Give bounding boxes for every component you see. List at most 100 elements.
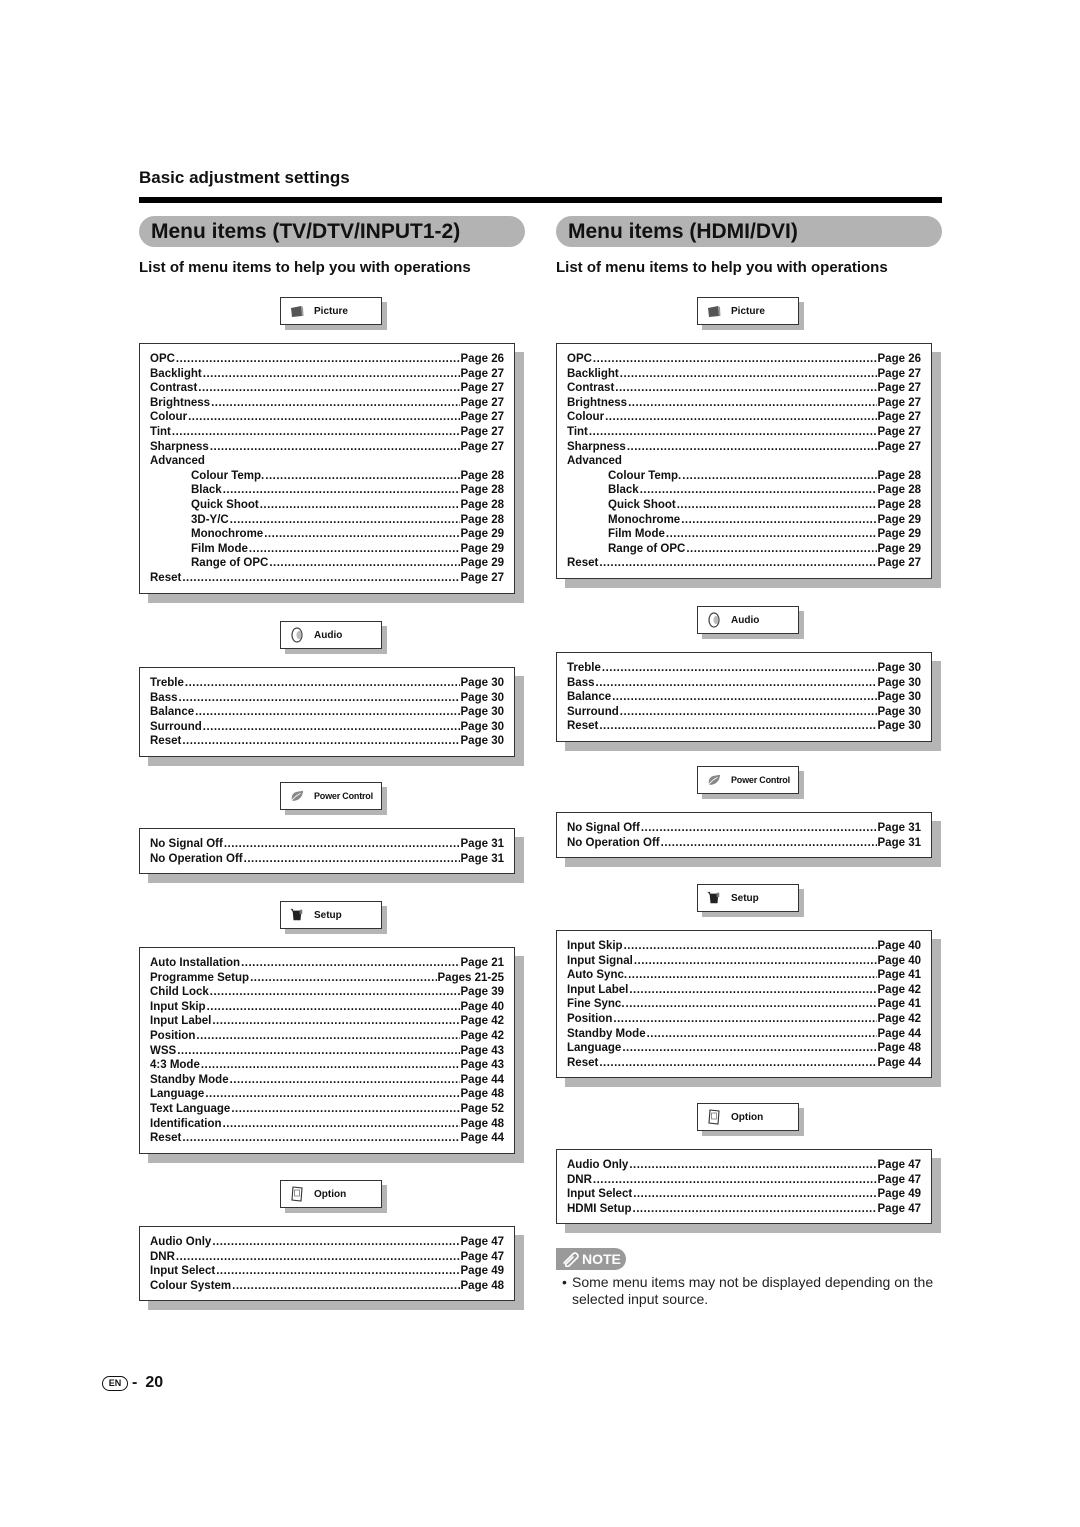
dot-leader (244, 852, 460, 867)
menu-item-row: No Signal Off Page 31 (567, 821, 921, 836)
menu-item-name: Input Label (567, 983, 629, 996)
menu-item-row: Monochrome Page 29 (567, 513, 921, 528)
menu-list-option: Audio Only Page 47 DNR Page 47 Input Select P… (139, 1226, 515, 1302)
page-reference: Page 27 (877, 411, 921, 424)
menu-item-row: Colour System Page 48 (150, 1279, 504, 1294)
menu-item-row: 4:3 Mode Page 43 (150, 1058, 504, 1073)
menu-item-row: Film Mode Page 29 (150, 542, 504, 557)
menu-item-name: WSS (150, 1044, 177, 1057)
menu-item-row: Colour Temp. Page 28 (567, 469, 921, 484)
dot-leader (185, 676, 460, 691)
dot-leader (172, 425, 460, 440)
dot-leader (212, 1235, 459, 1250)
leaf-icon (290, 789, 304, 803)
page-separator: - (132, 1374, 138, 1391)
category-label: Audio (731, 614, 760, 626)
dot-leader (232, 1279, 459, 1294)
menu-item-name: Treble (150, 677, 184, 689)
page-reference: Page 28 (877, 469, 921, 482)
menu-item-name: DNR (567, 1173, 592, 1186)
menu-item-name: Treble (567, 662, 601, 674)
page-reference: Page 28 (460, 469, 504, 482)
menu-item-row: Reset Page 44 (567, 1056, 921, 1071)
left-column-subtitle: List of menu items to help you with oper… (139, 259, 471, 276)
menu-item-name: Fine Sync. (567, 998, 625, 1011)
category-label: Option (731, 1111, 764, 1123)
page-reference: Page 29 (460, 557, 504, 570)
leaf-icon (707, 773, 721, 787)
menu-item-name: Child Lock (150, 986, 209, 999)
menu-item-name: Monochrome (191, 528, 264, 541)
menu-item-row: Language Page 48 (150, 1087, 504, 1102)
dot-leader (260, 498, 460, 513)
menu-item-row: WSS Page 43 (150, 1044, 504, 1059)
dot-leader (176, 352, 460, 367)
menu-item-row: No Signal Off Page 31 (150, 837, 504, 852)
dot-leader (203, 720, 460, 735)
menu-item-name: No Operation Off (150, 852, 243, 865)
category-tab-picture: Picture (697, 297, 799, 325)
menu-item-name: Auto Installation (150, 957, 241, 969)
menu-list-audio: TreblePage 30BassPage 30BalancePage 30Su… (556, 652, 932, 742)
dot-leader (620, 705, 877, 720)
dot-leader (615, 381, 876, 396)
page-reference: Page 31 (460, 838, 504, 850)
page-reference: Page 28 (877, 498, 921, 511)
page-reference: Page 42 (877, 983, 921, 996)
dot-leader (198, 381, 459, 396)
menu-item-row: OPC Page 26 (150, 352, 504, 367)
menu-item-name: Black (191, 484, 222, 497)
menu-item-row: Position Page 42 (150, 1029, 504, 1044)
menu-item-row: Tint Page 27 (150, 425, 504, 440)
menu-item-name: Reset (150, 571, 182, 584)
menu-item-row: Input Skip Page 40 (567, 939, 921, 954)
menu-item-row: Reset Page 30 (150, 734, 504, 749)
dot-leader (629, 983, 876, 998)
menu-item-row: Reset Page 27 (567, 556, 921, 571)
category-tab-audio: Audio (697, 606, 799, 634)
page-reference: Page 30 (460, 735, 504, 748)
page-number: EN - 20 (102, 1374, 163, 1392)
menu-item-name: Contrast (150, 382, 198, 395)
menu-item-name: Audio Only (150, 1236, 212, 1248)
category-tab-option: Option (280, 1180, 382, 1208)
note-bullet: • (562, 1274, 567, 1290)
page-reference: Page 29 (877, 513, 921, 526)
category-label: Power Control (731, 775, 790, 785)
menu-item-name: Colour (567, 411, 605, 424)
menu-item-row: Colour Page 27 (567, 410, 921, 425)
dot-leader (250, 971, 436, 986)
menu-item-row: Advanced (567, 454, 921, 469)
page-reference: Page 31 (877, 836, 921, 849)
page-reference: Page 48 (460, 1117, 504, 1130)
menu-item-name: Audio Only (567, 1159, 629, 1171)
dot-leader (177, 1044, 459, 1059)
menu-item-name: OPC (150, 353, 175, 365)
dot-leader (602, 661, 877, 676)
dot-leader (686, 542, 876, 557)
menu-item-name: Text Language (150, 1102, 231, 1115)
menu-item-row: Balance Page 30 (567, 690, 921, 705)
menu-item-row: Programme Setup Pages 21-25 (150, 971, 504, 986)
option-icon (290, 1186, 304, 1202)
category-tab-picture: Picture (280, 297, 382, 325)
menu-item-name: Colour (150, 411, 188, 424)
dot-leader (640, 483, 877, 498)
menu-item-name: Tint (150, 425, 171, 438)
menu-item-row: Brightness Page 27 (567, 396, 921, 411)
menu-item-name: Language (150, 1088, 205, 1101)
dot-leader (661, 836, 877, 851)
menu-item-row: Auto Sync. Page 41 (567, 968, 921, 983)
page-reference: Page 44 (460, 1132, 504, 1145)
dot-leader (682, 469, 876, 484)
dot-leader (681, 513, 876, 528)
page-reference: Page 27 (877, 367, 921, 380)
menu-item-row: Colour Page 27 (150, 410, 504, 425)
menu-item-row: Child Lock Page 39 (150, 985, 504, 1000)
page-reference: Page 29 (460, 542, 504, 555)
page-reference: Page 47 (460, 1236, 504, 1248)
page-reference: Page 28 (460, 498, 504, 511)
right-column-subtitle: List of menu items to help you with oper… (556, 259, 888, 276)
page-reference: Page 30 (877, 705, 921, 718)
page-reference: Page 48 (460, 1279, 504, 1292)
